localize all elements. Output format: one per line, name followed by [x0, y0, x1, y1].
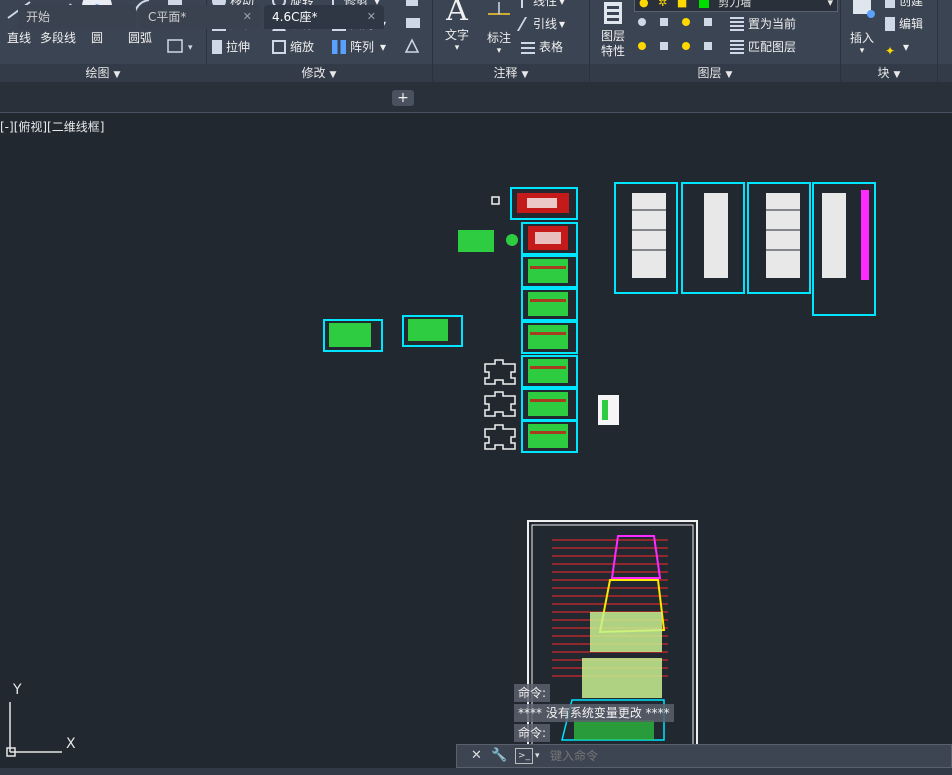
tab-start[interactable]: 开始 [18, 5, 136, 29]
modify-panel-title[interactable]: 修改 ▼ [206, 64, 432, 82]
legend-sheet [598, 395, 619, 425]
close-icon[interactable]: ✕ [367, 5, 376, 29]
floor-plan-column [510, 187, 578, 453]
stretch-icon [212, 39, 222, 54]
file-tab-bar [0, 82, 952, 113]
modify-extra-icons [404, 0, 420, 53]
scale-tool[interactable]: 缩放 [272, 36, 314, 58]
lightbulb-icon: ● [639, 0, 649, 9]
dropdown-icon-2: ▾ [188, 43, 193, 53]
wrench-icon[interactable]: 🔧 [491, 748, 507, 763]
ucs-icon [6, 702, 62, 757]
sun-icon: ✲ [658, 0, 668, 9]
plan-drawing [329, 323, 371, 347]
block-attribute-tool[interactable]: ✦ ▾ [885, 36, 909, 58]
insert-label: 插入 [849, 31, 874, 45]
attribute-icon: ✦ [885, 43, 896, 58]
close-icon[interactable]: ✕ [471, 748, 482, 763]
region-icon [167, 39, 183, 53]
leader-icon [516, 16, 534, 31]
command-input[interactable] [548, 746, 932, 766]
command-history-line: 命令: [514, 724, 551, 742]
close-icon[interactable]: ✕ [243, 5, 252, 29]
match-layer-tool[interactable]: 匹配图层 [730, 36, 796, 58]
ucs-y-label: Y [13, 682, 22, 698]
command-history-line: **** 没有系统变量更改 **** [514, 704, 674, 722]
set-current-icon [730, 16, 744, 31]
text-tool[interactable]: A 文字 ▾ [439, 0, 475, 53]
annotation-panel-title[interactable]: 注释 ▼ [433, 64, 589, 82]
small-plan-detail [506, 234, 518, 246]
lock-icon: ■ [676, 0, 688, 9]
chevron-down-icon[interactable]: ▾ [535, 751, 540, 761]
new-tab-button[interactable]: + [392, 90, 414, 106]
edit-block-icon [885, 16, 895, 31]
erase-icon [406, 0, 418, 6]
command-history-line: 命令: [514, 684, 551, 702]
command-prompt-icon[interactable]: >_ [515, 748, 533, 764]
explode-icon [406, 18, 420, 28]
layer-tool-icons [638, 18, 712, 50]
layer-unlock-icon [704, 42, 712, 50]
layer-lock-icon [704, 18, 712, 26]
layer-dropdown[interactable]: ● ✲ ■ 剪力墙 ▾ [634, 0, 838, 12]
scale-icon [272, 39, 286, 54]
elevation-frames [614, 182, 876, 316]
plan-drawing [408, 319, 448, 341]
insert-tool[interactable]: 插入 ▾ [843, 0, 881, 56]
layer-properties-label: 图层 特性 [600, 29, 625, 58]
line-label: 直线 [6, 31, 31, 45]
layer-unisolate-icon [660, 42, 668, 50]
layer-properties-icon [604, 2, 622, 24]
edit-block-tool[interactable]: 编辑 [885, 13, 923, 35]
create-block-icon [885, 0, 895, 8]
layer-on-icon [638, 42, 646, 50]
site-plan-sheet [527, 520, 698, 762]
dimension-label: 标注 [486, 31, 511, 45]
text-label: 文字 [444, 28, 469, 42]
insert-icon [853, 0, 875, 18]
polyline-label: 多段线 [39, 31, 76, 45]
status-bar [0, 768, 952, 775]
array-tool[interactable]: 阵列 ▾ [332, 36, 386, 58]
layer-off-icon [638, 18, 646, 26]
offset-icon [404, 38, 420, 53]
block-panel: 插入 ▾ 创建 编辑 ✦ ▾ 块 ▼ [841, 0, 938, 82]
layer-freeze-icon [682, 18, 690, 26]
dimension-tool[interactable]: 标注 ▾ [481, 0, 517, 56]
overflow-panel [938, 0, 952, 82]
small-plan [458, 230, 494, 252]
viewport-controls[interactable]: [-][俯视][二维线框] [0, 118, 104, 135]
match-layer-icon [730, 39, 744, 54]
layer-color-swatch [698, 0, 709, 8]
arc-label: 圆弧 [127, 31, 152, 45]
drawing-canvas[interactable] [0, 113, 952, 775]
circle-label: 圆 [90, 31, 103, 45]
chevron-down-icon: ▾ [827, 0, 833, 9]
leader-tool[interactable]: 引线 ▾ [516, 13, 565, 35]
table-icon [521, 39, 535, 54]
set-current-tool[interactable]: 置为当前 [730, 13, 796, 35]
draw-panel-title[interactable]: 绘图 ▼ [0, 64, 206, 82]
layer-thaw-icon [682, 42, 690, 50]
ucs-x-label: X [66, 736, 76, 752]
array-icon [332, 39, 346, 54]
block-panel-title[interactable]: 块 ▼ [841, 64, 937, 82]
green-plan-frames [521, 255, 578, 453]
layer-isolate-icon [660, 18, 668, 26]
current-layer-name: 剪力墙 [718, 0, 752, 9]
tab-c-plan[interactable]: C平面* ✕ [140, 5, 260, 29]
annotation-panel: A 文字 ▾ 标注 ▾ 线性 ▾ 引线 ▾ 表格 注释 ▼ [433, 0, 590, 82]
layers-panel: 图层 特性 ● ✲ ■ 剪力墙 ▾ 置为当前 匹配图层 图层 ▼ [590, 0, 841, 82]
table-tool[interactable]: 表格 [521, 36, 563, 58]
stretch-tool[interactable]: 拉伸 [212, 36, 250, 58]
text-icon: A [446, 0, 468, 28]
layer-properties-tool[interactable]: 图层 特性 [594, 0, 632, 59]
linear-dim-tool[interactable]: 线性 ▾ [521, 0, 565, 12]
create-block-tool[interactable]: 创建 [885, 0, 923, 12]
layers-panel-title[interactable]: 图层 ▼ [590, 64, 840, 82]
linear-icon [521, 0, 529, 8]
dimension-icon [488, 2, 510, 15]
tab-4-6-c[interactable]: 4.6C座* ✕ [264, 5, 384, 29]
